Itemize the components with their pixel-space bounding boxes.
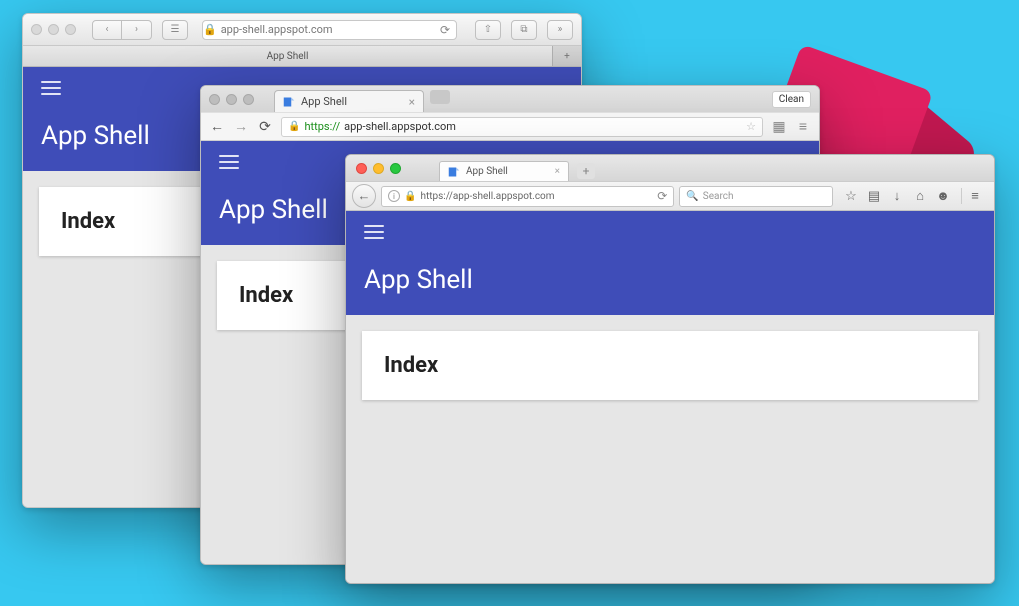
new-tab-button[interactable] [430, 90, 450, 104]
firefox-tabstrip: App Shell × + [346, 155, 994, 181]
lock-icon: 🔒 [288, 121, 300, 132]
menu-icon[interactable] [41, 81, 61, 95]
menu-icon[interactable] [364, 225, 384, 239]
back-button[interactable]: ← [352, 184, 376, 208]
menu-icon[interactable]: ≡ [795, 118, 811, 135]
reload-icon[interactable]: ⟳ [440, 23, 456, 37]
forward-button: → [233, 118, 249, 135]
tab-label: App Shell [267, 51, 309, 62]
window-controls[interactable] [356, 163, 401, 174]
library-icon[interactable]: ▤ [867, 189, 881, 204]
content-card: Index [362, 331, 978, 400]
more-button[interactable]: » [547, 20, 573, 40]
new-tab-button[interactable]: + [577, 163, 595, 179]
back-button[interactable]: ‹ [92, 20, 122, 40]
chrome-tab[interactable]: App Shell × [274, 90, 424, 112]
close-tab-icon[interactable]: × [555, 166, 560, 177]
maximize-icon[interactable] [390, 163, 401, 174]
favicon-icon [283, 96, 295, 108]
search-box[interactable]: 🔍 Search [679, 186, 833, 207]
safari-tabbar: App Shell + [23, 46, 581, 67]
share-button[interactable]: ⇧ [475, 20, 501, 40]
safari-tab[interactable]: App Shell [23, 46, 553, 66]
reload-button[interactable]: ⟳ [257, 119, 273, 135]
window-controls[interactable] [31, 24, 76, 35]
tab-label: App Shell [301, 95, 347, 108]
minimize-icon[interactable] [226, 94, 237, 105]
window-controls[interactable] [209, 94, 254, 105]
minimize-icon[interactable] [48, 24, 59, 35]
search-icon: 🔍 [686, 191, 698, 202]
clean-button[interactable]: Clean [772, 91, 811, 108]
lock-icon: 🔒 [404, 191, 416, 202]
downloads-icon[interactable]: ↓ [890, 188, 904, 204]
close-icon[interactable] [209, 94, 220, 105]
card-heading: Index [384, 353, 956, 378]
sidebar-button[interactable]: ☰ [162, 20, 188, 40]
tab-label: App Shell [466, 166, 508, 177]
hamburger-menu-icon[interactable]: ≡ [968, 188, 982, 204]
firefox-viewport: App Shell Index [346, 211, 994, 583]
close-icon[interactable] [356, 163, 367, 174]
chat-icon[interactable]: ☻ [936, 188, 950, 204]
reload-icon[interactable]: ⟳ [657, 189, 667, 203]
back-button[interactable]: ← [209, 118, 225, 135]
close-icon[interactable] [31, 24, 42, 35]
search-placeholder: Search [703, 191, 734, 202]
new-tab-button[interactable]: + [553, 46, 581, 66]
bookmark-icon[interactable]: ☆ [844, 189, 858, 204]
firefox-tab[interactable]: App Shell × [439, 161, 569, 181]
forward-button[interactable]: › [122, 20, 152, 40]
app-title: App Shell [364, 265, 976, 295]
chrome-toolbar: ← → ⟳ 🔒 https://app-shell.appspot.com ☆ … [201, 112, 819, 141]
address-bar[interactable]: 🔒 https:// app-shell.appspot.com ☆ [281, 117, 763, 137]
url-protocol: https:// [304, 120, 340, 133]
chrome-tabstrip: App Shell × Clean [201, 86, 819, 112]
address-bar[interactable]: i 🔒 https://app-shell.appspot.com ⟳ [381, 186, 674, 207]
tabs-button[interactable]: ⧉ [511, 20, 537, 40]
url-host: app-shell.appspot.com [344, 120, 456, 133]
close-tab-icon[interactable]: × [409, 95, 415, 109]
safari-titlebar: ‹ › ☰ 🔒 app-shell.appspot.com ⟳ ⇧ ⧉ » [23, 14, 581, 46]
app-header: App Shell [346, 211, 994, 315]
firefox-window: App Shell × + ← i 🔒 https://app-shell.ap… [345, 154, 995, 584]
info-icon[interactable]: i [388, 190, 400, 202]
lock-icon: 🔒 [203, 23, 217, 36]
minimize-icon[interactable] [373, 163, 384, 174]
address-text: app-shell.appspot.com [221, 23, 333, 36]
home-icon[interactable]: ⌂ [913, 188, 927, 204]
maximize-icon[interactable] [243, 94, 254, 105]
menu-icon[interactable] [219, 155, 239, 169]
extensions-icon[interactable]: ▦ [771, 119, 787, 135]
address-bar[interactable]: 🔒 app-shell.appspot.com ⟳ [202, 20, 457, 40]
bookmark-icon[interactable]: ☆ [746, 120, 756, 133]
url-text: https://app-shell.appspot.com [420, 191, 554, 202]
maximize-icon[interactable] [65, 24, 76, 35]
firefox-toolbar: ← i 🔒 https://app-shell.appspot.com ⟳ 🔍 … [346, 181, 994, 211]
favicon-icon [448, 166, 460, 178]
